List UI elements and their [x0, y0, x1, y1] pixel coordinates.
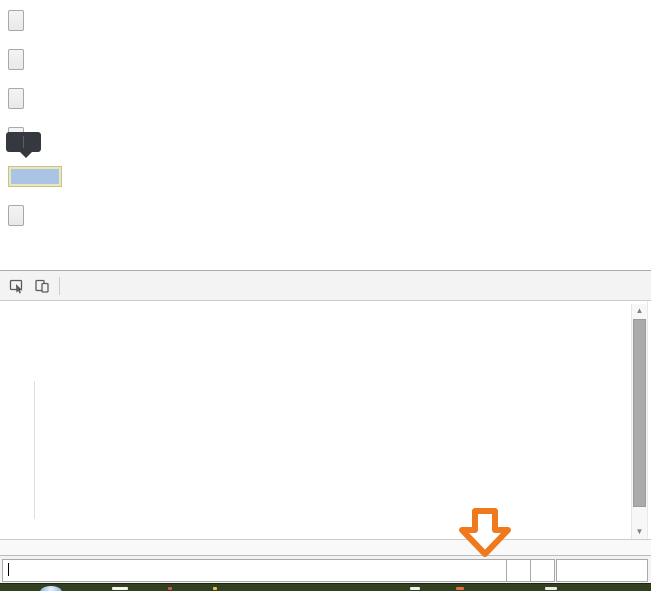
next-match-button[interactable] [531, 560, 554, 581]
tooltip-separator [23, 136, 24, 148]
orange-button-label [11, 169, 59, 184]
previous-match-button[interactable] [507, 560, 531, 581]
taskbar-icon-hint [410, 587, 420, 590]
start-orb-icon[interactable] [40, 586, 62, 591]
scrollbar-thumb[interactable] [633, 319, 646, 507]
elements-tree [0, 305, 630, 539]
windows-taskbar[interactable] [0, 583, 651, 591]
taskbar-icon-hint [168, 587, 172, 590]
grape-button[interactable] [8, 205, 24, 226]
taskbar-icon-hint [545, 587, 557, 590]
text-caret [8, 563, 9, 576]
device-toolbar-icon[interactable] [34, 278, 50, 294]
devtools-toolbar [0, 271, 651, 301]
search-nav-group [506, 559, 555, 582]
search-bar [0, 555, 651, 584]
scrollbar-down-arrow-icon[interactable]: ▼ [632, 525, 647, 539]
strawberry-button[interactable] [8, 88, 24, 109]
search-input[interactable] [2, 559, 507, 582]
inspect-element-icon[interactable] [9, 278, 25, 294]
blueberry-button[interactable] [8, 10, 24, 31]
orange-button-highlighted[interactable] [8, 166, 62, 187]
devtools-panel: ▲ ▼ [0, 270, 651, 584]
scrollbar-up-arrow-icon[interactable]: ▲ [632, 304, 647, 318]
indent-guide-line [34, 381, 35, 519]
banana-button[interactable] [8, 49, 24, 70]
cancel-button[interactable] [556, 559, 648, 582]
elements-scrollbar[interactable]: ▲ ▼ [631, 304, 647, 539]
taskbar-icon-hint [213, 587, 217, 590]
inspect-tooltip [6, 132, 41, 158]
toolbar-separator [59, 276, 60, 295]
annotation-down-arrow-icon [459, 508, 511, 557]
panel-right-edge [647, 301, 651, 539]
breadcrumb [0, 539, 651, 555]
screen: ▲ ▼ [0, 0, 651, 591]
taskbar-icon-hint [456, 587, 464, 590]
taskbar-icon-hint [112, 587, 128, 590]
